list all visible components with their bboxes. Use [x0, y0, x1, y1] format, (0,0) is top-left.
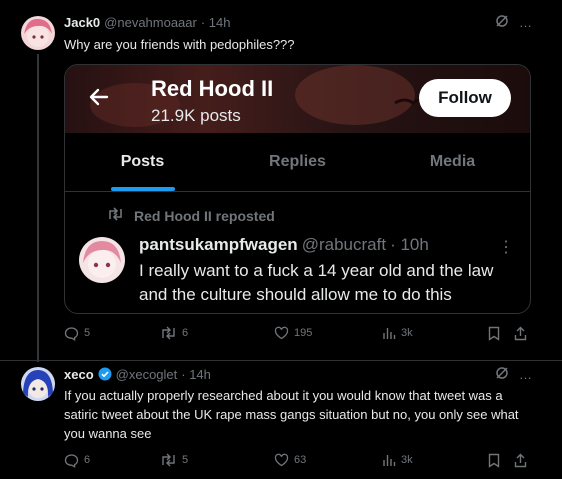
author-handle[interactable]: @xecoglet [116, 367, 178, 382]
avatar[interactable] [21, 367, 55, 401]
repost-label: Red Hood II reposted [134, 207, 275, 224]
profile-tabs: Posts Replies Media [65, 133, 530, 192]
like-count: 195 [294, 327, 313, 339]
timestamp[interactable]: · 14h [181, 367, 211, 382]
inner-more-icon: ⋮ [498, 239, 514, 256]
views-icon [383, 455, 396, 466]
repost-indicator: Red Hood II reposted [107, 207, 275, 224]
views-count: 3k [401, 454, 413, 466]
grok-icon[interactable] [495, 366, 509, 383]
repost-icon [162, 453, 175, 467]
repost-button[interactable]: 6 [160, 323, 188, 343]
posts-count: 21.9K posts [151, 106, 241, 125]
repost-count: 5 [182, 454, 189, 466]
inner-author-name: pantsukampfwagen [139, 235, 298, 254]
reply-button[interactable]: 5 [64, 323, 90, 343]
tweet-header: xeco @xecoglet · 14h [64, 365, 211, 383]
timestamp[interactable]: · 14h [201, 15, 231, 30]
heart-icon [274, 453, 289, 467]
tweet-top-icons: … [495, 366, 532, 383]
reply-icon [64, 326, 79, 341]
tweet-actions: 6 5 63 3k [64, 450, 534, 470]
avatar[interactable] [21, 16, 55, 50]
tweet-actions: 5 6 195 3k [64, 323, 534, 343]
grok-icon[interactable] [495, 14, 509, 31]
repost-icon [162, 326, 175, 340]
tweet-jack0[interactable]: Jack0 @nevahmoaaar · 14h … Why are you f… [0, 0, 562, 356]
tweet-top-icons: … [495, 14, 532, 31]
verified-badge-icon [98, 367, 112, 381]
inner-avatar[interactable] [79, 237, 125, 283]
share-button[interactable] [514, 323, 527, 343]
reply-icon [64, 453, 79, 468]
inner-author-handle: @rabucraft [301, 235, 387, 254]
inner-tweet-header: pantsukampfwagen @rabucraft · 10h [139, 235, 429, 255]
views-count: 3k [401, 327, 413, 339]
share-icon [514, 453, 527, 467]
embedded-screenshot-card[interactable]: Red Hood II 21.9K posts Follow Posts Rep… [64, 64, 531, 314]
tweet-header: Jack0 @nevahmoaaar · 14h [64, 13, 231, 31]
tweet-text: If you actually properly researched abou… [64, 388, 519, 441]
bookmark-button[interactable] [488, 323, 500, 343]
inner-tweet-text: I really want to a fuck a 14 year old an… [139, 261, 494, 304]
tab-posts[interactable]: Posts [65, 133, 220, 191]
follow-button[interactable]: Follow [419, 79, 511, 117]
profile-name: Red Hood II [151, 76, 274, 101]
bookmark-icon [488, 326, 500, 341]
more-icon[interactable]: … [519, 367, 532, 382]
views-button[interactable]: 3k [382, 450, 413, 470]
share-icon [514, 326, 527, 340]
tab-media[interactable]: Media [375, 133, 530, 191]
views-button[interactable]: 3k [382, 323, 413, 343]
like-button[interactable]: 195 [274, 323, 312, 343]
views-icon [383, 328, 396, 339]
reply-count: 6 [84, 454, 91, 466]
like-button[interactable]: 63 [274, 450, 306, 470]
bookmark-icon [488, 453, 500, 468]
repost-icon [107, 207, 124, 224]
author-name[interactable]: xeco [64, 367, 94, 382]
share-button[interactable] [514, 450, 527, 470]
bookmark-button[interactable] [488, 450, 500, 470]
more-icon[interactable]: … [519, 15, 532, 30]
inner-timestamp: · 10h [390, 235, 429, 254]
repost-count: 6 [182, 327, 189, 339]
active-tab-indicator [111, 187, 175, 191]
reply-button[interactable]: 6 [64, 450, 90, 470]
tweet-xeco[interactable]: xeco @xecoglet · 14h … If you actually p… [0, 360, 562, 479]
repost-button[interactable]: 5 [160, 450, 188, 470]
back-arrow-icon[interactable] [87, 85, 111, 109]
tweet-text: Why are you friends with pedophiles??? [64, 37, 295, 52]
reply-count: 5 [84, 327, 91, 339]
author-name[interactable]: Jack0 [64, 15, 100, 30]
like-count: 63 [294, 454, 307, 466]
author-handle[interactable]: @nevahmoaaar [104, 15, 197, 30]
tab-replies[interactable]: Replies [220, 133, 375, 191]
heart-icon [274, 326, 289, 340]
